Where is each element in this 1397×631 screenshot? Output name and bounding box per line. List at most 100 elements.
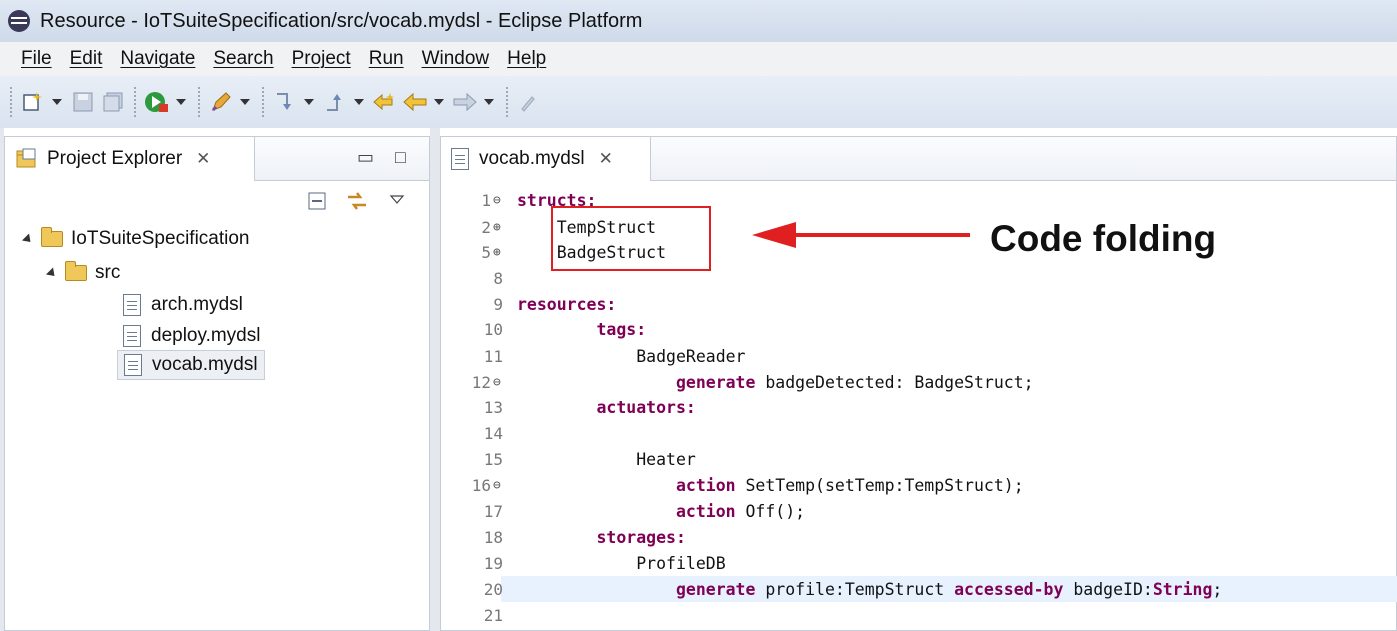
expand-arrow-icon[interactable] bbox=[45, 266, 59, 280]
menu-project[interactable]: Project bbox=[283, 48, 360, 70]
line-number: 13 bbox=[483, 397, 503, 417]
link-with-editor-icon[interactable] bbox=[345, 189, 369, 218]
menu-window[interactable]: Window bbox=[413, 48, 499, 70]
code-line[interactable]: 13 actuators: bbox=[441, 394, 1341, 420]
toolbar-separator bbox=[198, 87, 200, 117]
keyword-token: String bbox=[1152, 579, 1213, 599]
tree-item-file-selected[interactable]: vocab.mydsl bbox=[117, 350, 265, 380]
menu-navigate[interactable]: Navigate bbox=[111, 48, 204, 70]
view-menu-icon[interactable] bbox=[389, 193, 405, 211]
prev-annotation-dropdown-icon[interactable] bbox=[354, 99, 364, 105]
line-number: 5 bbox=[481, 242, 491, 262]
keyword-token: storages: bbox=[596, 527, 686, 547]
line-number: 12 bbox=[471, 372, 491, 392]
middle-sash[interactable] bbox=[430, 128, 440, 631]
identifier-token: badgeDetected: BadgeStruct; bbox=[755, 372, 1034, 392]
code-line[interactable]: 18 storages: bbox=[441, 524, 1341, 550]
keyword-token: generate bbox=[675, 372, 756, 392]
line-number: 21 bbox=[483, 605, 503, 625]
tree-item-file[interactable]: deploy.mydsl bbox=[123, 322, 260, 350]
code-line[interactable]: 14 bbox=[441, 420, 1341, 446]
keyword-token: generate bbox=[675, 579, 756, 599]
expand-fold-icon[interactable]: ⊕ bbox=[493, 220, 501, 235]
project-folder-icon bbox=[41, 227, 63, 247]
code-folding-highlight-box bbox=[551, 206, 711, 271]
forward-dropdown-icon[interactable] bbox=[484, 99, 494, 105]
tree-item-file-label: deploy.mydsl bbox=[151, 325, 261, 346]
file-icon bbox=[451, 148, 469, 170]
callout-arrow-icon bbox=[752, 222, 970, 248]
code-text: generate badgeDetected: BadgeStruct; bbox=[517, 373, 1034, 392]
back-dropdown-icon[interactable] bbox=[434, 99, 444, 105]
line-number: 2 bbox=[481, 217, 491, 237]
window-title: Resource - IoTSuiteSpecification/src/voc… bbox=[40, 9, 643, 32]
save-icon[interactable] bbox=[70, 89, 96, 115]
code-line[interactable]: 17 action Off(); bbox=[441, 498, 1341, 524]
keyword-token: action bbox=[675, 501, 736, 521]
keyword-token: tags: bbox=[596, 319, 647, 339]
code-line[interactable]: 20 generate profile:TempStruct accessed-… bbox=[484, 576, 1397, 602]
minimize-icon[interactable]: ▭ bbox=[357, 147, 374, 168]
tree-item-src[interactable]: src bbox=[45, 259, 121, 287]
folder-icon bbox=[65, 261, 87, 281]
menu-file[interactable]: File bbox=[12, 48, 61, 70]
project-explorer-panel: Project Explorer ✕ ▭ □ IoTSuiteSpecifica… bbox=[4, 136, 430, 631]
new-dropdown-icon[interactable] bbox=[52, 99, 62, 105]
back-icon[interactable] bbox=[402, 89, 428, 115]
collapse-fold-icon[interactable]: ⊖ bbox=[493, 193, 501, 208]
code-text: resources: bbox=[517, 295, 616, 314]
pen-dropdown-icon[interactable] bbox=[240, 99, 250, 105]
next-annotation-dropdown-icon[interactable] bbox=[304, 99, 314, 105]
tree-item-src-label: src bbox=[95, 262, 121, 283]
line-number: 18 bbox=[483, 527, 503, 547]
code-line[interactable]: 19 ProfileDB bbox=[441, 550, 1341, 576]
code-line[interactable]: 10 tags: bbox=[441, 316, 1341, 342]
tree-item-file-label: arch.mydsl bbox=[151, 294, 243, 315]
line-number: 17 bbox=[483, 501, 503, 521]
new-icon[interactable] bbox=[20, 89, 46, 115]
menu-edit[interactable]: Edit bbox=[61, 48, 112, 70]
collapse-all-icon[interactable] bbox=[307, 191, 327, 216]
code-line[interactable]: 15 Heater bbox=[441, 446, 1341, 472]
tab-vocab-mydsl[interactable]: vocab.mydsl ✕ bbox=[441, 137, 651, 181]
pin-editor-icon[interactable] bbox=[516, 89, 542, 115]
close-icon[interactable]: ✕ bbox=[196, 149, 210, 169]
tree-item-file[interactable]: arch.mydsl bbox=[123, 291, 243, 319]
line-number: 1 bbox=[481, 190, 491, 210]
menu-help[interactable]: Help bbox=[498, 48, 555, 70]
collapse-fold-icon[interactable]: ⊖ bbox=[493, 478, 501, 493]
prev-annotation-icon[interactable] bbox=[322, 89, 348, 115]
run-icon[interactable] bbox=[144, 89, 170, 115]
toolbar-separator bbox=[262, 87, 264, 117]
next-annotation-icon[interactable] bbox=[272, 89, 298, 115]
code-line[interactable]: 11 BadgeReader bbox=[441, 343, 1341, 369]
expand-arrow-icon[interactable] bbox=[21, 232, 35, 246]
code-line[interactable]: 16 ⊖ action SetTemp(setTemp:TempStruct); bbox=[441, 472, 1341, 498]
identifier-token: SetTemp(setTemp:TempStruct); bbox=[735, 475, 1024, 495]
title-bar: Resource - IoTSuiteSpecification/src/voc… bbox=[0, 0, 1397, 42]
toolbar-separator bbox=[134, 87, 136, 117]
identifier-token: Off(); bbox=[735, 501, 806, 521]
code-text: tags: bbox=[517, 320, 646, 339]
collapse-fold-icon[interactable]: ⊖ bbox=[493, 375, 501, 390]
code-text: BadgeReader bbox=[517, 347, 745, 366]
keyword-token: accessed-by bbox=[954, 579, 1064, 599]
close-icon[interactable]: ✕ bbox=[599, 149, 613, 169]
run-dropdown-icon[interactable] bbox=[176, 99, 186, 105]
code-line[interactable]: 12 ⊖ generate badgeDetected: BadgeStruct; bbox=[441, 369, 1341, 395]
maximize-icon[interactable]: □ bbox=[395, 147, 406, 168]
pen-icon[interactable] bbox=[208, 89, 234, 115]
expand-fold-icon[interactable]: ⊕ bbox=[493, 245, 501, 260]
code-line[interactable]: 9 resources: bbox=[441, 291, 1341, 317]
code-line[interactable]: 21 bbox=[441, 602, 1341, 628]
menu-run[interactable]: Run bbox=[360, 48, 413, 70]
project-explorer-icon bbox=[16, 148, 36, 168]
forward-icon[interactable] bbox=[452, 89, 478, 115]
save-all-icon[interactable] bbox=[100, 89, 126, 115]
line-number: 8 bbox=[493, 268, 503, 288]
tab-project-explorer[interactable]: Project Explorer ✕ bbox=[5, 137, 255, 181]
line-number: 10 bbox=[483, 319, 503, 339]
last-edit-icon[interactable] bbox=[372, 89, 398, 115]
tree-item-project[interactable]: IoTSuiteSpecification bbox=[21, 225, 250, 253]
menu-search[interactable]: Search bbox=[204, 48, 282, 70]
